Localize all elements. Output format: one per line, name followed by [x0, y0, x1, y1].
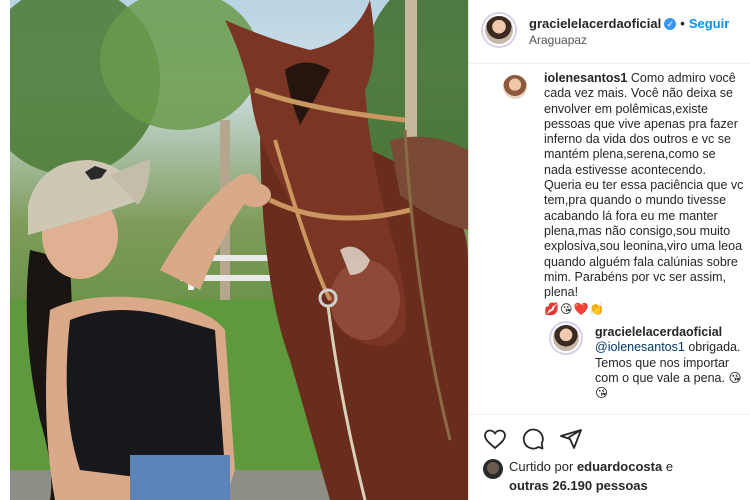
instagram-post-view: gracielelacerdaoficial ✓ • Seguir Araguapaz… — [0, 0, 750, 500]
commenter-username[interactable]: iolenesantos1 — [544, 71, 627, 85]
header-separator: • — [680, 16, 685, 31]
reply-body: gracielelacerdaoficial @iolenesantos1 ob… — [595, 325, 745, 401]
heart-icon[interactable] — [483, 427, 507, 451]
author-avatar[interactable] — [483, 14, 515, 46]
liker-avatar[interactable] — [483, 459, 503, 479]
post-photo[interactable] — [10, 0, 468, 500]
comment-icon[interactable] — [521, 427, 545, 451]
action-bar — [469, 414, 750, 460]
reply-author-avatar[interactable] — [551, 323, 581, 353]
commenter-avatar[interactable] — [501, 73, 529, 101]
reply-username[interactable]: gracielelacerdaoficial — [595, 325, 722, 339]
author-line: gracielelacerdaoficial ✓ • Seguir — [529, 16, 729, 31]
likes-count-link[interactable]: outras 26.190 pessoas — [509, 478, 648, 493]
liker-username[interactable]: eduardocosta — [577, 459, 662, 474]
reply-mention[interactable]: @iolenesantos1 — [595, 340, 685, 354]
follow-button[interactable]: Seguir — [689, 16, 729, 31]
share-icon[interactable] — [559, 427, 583, 451]
post-side-panel: gracielelacerdaoficial ✓ • Seguir Araguapaz… — [469, 0, 750, 500]
post-header: gracielelacerdaoficial ✓ • Seguir Araguapaz — [469, 0, 750, 64]
comment-text: Como admiro você cada vez mais. Você não… — [544, 71, 744, 300]
likes-joiner: e — [665, 459, 674, 474]
comment-emojis: 💋😘❤️👏 — [544, 302, 606, 317]
comment-body: iolenesantos1 Como admiro você cada vez … — [544, 71, 744, 318]
author-username[interactable]: gracielelacerdaoficial — [529, 16, 661, 31]
verified-badge-icon: ✓ — [664, 18, 677, 30]
post-location[interactable]: Araguapaz — [529, 33, 587, 47]
likes-prefix: Curtido por — [509, 459, 574, 474]
likes-line-2: outras 26.190 pessoas — [509, 476, 648, 496]
likes-line-1: Curtido por eduardocosta e — [509, 457, 673, 477]
photo-illustration — [10, 0, 468, 500]
